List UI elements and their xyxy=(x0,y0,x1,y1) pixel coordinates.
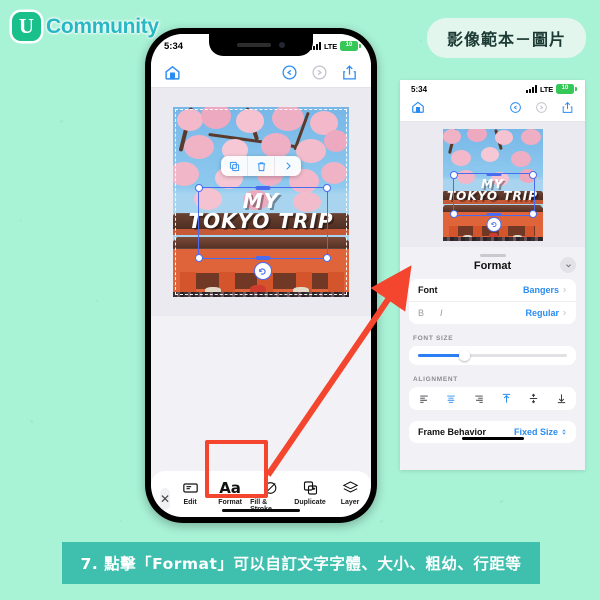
zoom-rotate-handle[interactable] xyxy=(486,216,501,232)
logo-text: Community xyxy=(46,14,159,38)
font-size-slider[interactable] xyxy=(409,346,576,365)
trash-icon[interactable] xyxy=(248,156,275,177)
alignment-options[interactable] xyxy=(409,387,576,410)
zoom-app-toolbar xyxy=(400,98,585,122)
zoom-resize-handle-top[interactable] xyxy=(486,172,501,176)
front-camera xyxy=(279,42,285,48)
align-left-icon[interactable] xyxy=(416,392,431,405)
sheet-grabber[interactable] xyxy=(479,254,506,257)
canvas-area[interactable]: MY TOKYO TRIP xyxy=(151,88,371,316)
frame-behavior-label: Frame Behavior xyxy=(418,427,487,437)
phone-notch xyxy=(209,34,313,56)
align-bottom-icon[interactable] xyxy=(554,392,569,405)
close-button[interactable]: ✕ xyxy=(160,488,171,510)
align-middle-icon[interactable] xyxy=(526,392,541,405)
zoom-battery-icon: 10 xyxy=(556,84,577,94)
style-value-text: Regular xyxy=(525,308,559,318)
tool-format-label: Format xyxy=(218,499,242,506)
format-sheet-title: Format xyxy=(400,257,585,279)
home-indicator xyxy=(222,508,300,512)
tool-edit-label: Edit xyxy=(183,499,197,506)
caption-bar: 7. 點擊「Format」可以自訂文字字體、大小、粗幼、行距等 xyxy=(62,542,540,584)
updown-chevron-icon xyxy=(562,429,566,435)
zoom-home-indicator xyxy=(461,437,524,440)
font-value[interactable]: Bangers xyxy=(523,285,567,295)
artboard[interactable]: MY TOKYO TRIP xyxy=(173,107,349,297)
chevron-down-icon[interactable] xyxy=(560,257,576,273)
tool-duplicate-label: Duplicate xyxy=(294,499,326,506)
resize-handle-bottom-left[interactable] xyxy=(195,253,204,262)
font-label: Font xyxy=(418,285,438,295)
zoom-resize-handle-top-left[interactable] xyxy=(450,170,458,179)
text-selection-box[interactable] xyxy=(195,184,331,281)
style-row[interactable]: B I Regular xyxy=(409,301,576,324)
frame-behavior-value[interactable]: Fixed Size xyxy=(514,427,567,437)
tool-layer-label: Layer xyxy=(340,499,360,506)
undo-icon[interactable] xyxy=(281,64,298,81)
app-toolbar xyxy=(151,58,371,88)
rotate-handle[interactable] xyxy=(253,262,272,281)
chevron-right-icon xyxy=(563,310,566,316)
slider-knob[interactable] xyxy=(458,350,470,361)
brand-logo: U Community xyxy=(12,12,159,41)
zoom-network-label: LTE xyxy=(539,84,553,94)
resize-handle-top[interactable] xyxy=(255,186,271,190)
zoom-home-icon[interactable] xyxy=(411,100,425,119)
resize-handle-bottom-right[interactable] xyxy=(322,253,331,262)
zoom-resize-handle-top-right[interactable] xyxy=(529,170,537,179)
resize-handle-top-right[interactable] xyxy=(322,184,331,193)
zoom-signal-bars-icon xyxy=(525,85,537,93)
align-right-icon[interactable] xyxy=(471,392,486,405)
font-value-text: Bangers xyxy=(522,285,559,295)
category-badge: 影像範本－圖片 xyxy=(426,18,586,58)
battery-icon: 10 xyxy=(340,41,361,51)
format-highlight-box xyxy=(205,440,268,498)
font-card: Font Bangers B I Regular xyxy=(409,279,576,324)
selection-float-toolbar[interactable] xyxy=(221,156,301,177)
chevron-right-icon xyxy=(563,287,566,293)
duplicate-icon[interactable] xyxy=(221,156,248,177)
zoom-status-time: 5:34 xyxy=(411,84,428,94)
network-label: LTE xyxy=(323,41,337,51)
zoom-redo-icon xyxy=(535,101,548,119)
home-icon[interactable] xyxy=(164,64,181,81)
resize-handle-bottom[interactable] xyxy=(255,256,271,260)
bold-button[interactable]: B xyxy=(418,308,424,318)
frame-behavior-value-text: Fixed Size xyxy=(513,427,558,437)
align-center-icon[interactable] xyxy=(444,392,459,405)
zoom-artboard[interactable]: MY TOKYO TRIP xyxy=(442,128,543,241)
zoom-status-bar: 5:34 LTE 10 xyxy=(400,80,585,98)
italic-button[interactable]: I xyxy=(440,308,443,318)
alignment-label: ALIGNMENT xyxy=(413,376,458,383)
status-time: 5:34 xyxy=(164,40,184,52)
speaker-slot xyxy=(237,43,271,47)
chevron-right-icon[interactable] xyxy=(275,156,301,176)
resize-handle-top-left[interactable] xyxy=(195,184,204,193)
font-size-label: FONT SIZE xyxy=(413,335,454,342)
zoom-text-selection-box[interactable] xyxy=(450,170,537,232)
format-sheet: Format Font Bangers B I Regular FONT SIZ… xyxy=(400,247,585,443)
slider-fill xyxy=(418,354,465,357)
zoom-share-icon[interactable] xyxy=(561,101,574,119)
align-top-icon[interactable] xyxy=(499,392,514,405)
font-row[interactable]: Font Bangers xyxy=(409,279,576,301)
style-value[interactable]: Regular xyxy=(525,308,567,318)
redo-icon xyxy=(311,64,328,81)
zoom-screenshot-panel: 5:34 LTE 10 MY TOKYO TRIP Format Font Ba… xyxy=(400,80,585,470)
tool-layer[interactable]: Layer xyxy=(330,480,370,513)
logo-mark: U xyxy=(12,12,41,41)
format-title-text: Format xyxy=(473,260,512,272)
zoom-undo-icon[interactable] xyxy=(509,101,522,119)
zoom-canvas-area[interactable]: MY TOKYO TRIP xyxy=(400,122,585,247)
slider-track[interactable] xyxy=(418,350,567,361)
share-icon[interactable] xyxy=(341,64,358,81)
